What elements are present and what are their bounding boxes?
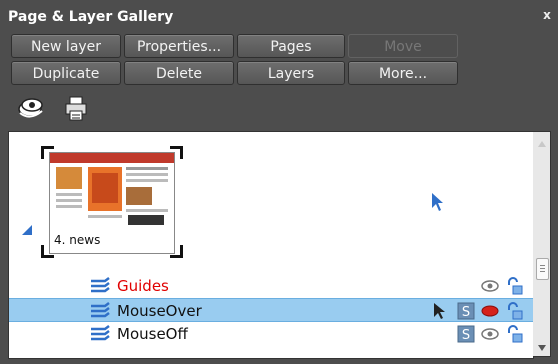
page-name: 4. news: [52, 233, 103, 247]
gallery-title: Page & Layer Gallery: [8, 9, 174, 25]
page-thumbnail[interactable]: 4. news: [41, 146, 183, 258]
layer-name: MouseOff: [117, 325, 188, 343]
select-icon[interactable]: [431, 302, 449, 320]
move-button[interactable]: Move: [348, 34, 458, 58]
duplicate-button[interactable]: Duplicate: [11, 61, 121, 85]
page-preview: 4. news: [49, 152, 175, 254]
layer-stack-icon: [91, 302, 110, 318]
expand-triangle-icon[interactable]: [21, 224, 33, 236]
layer-stack-icon: [91, 277, 110, 293]
lock-icon[interactable]: [505, 325, 523, 343]
print-layers-icon[interactable]: [62, 93, 92, 123]
more-button[interactable]: More...: [348, 61, 458, 85]
layers-button[interactable]: Layers: [237, 61, 345, 85]
page-layer-gallery: Page & Layer Gallery x New layer Propert…: [0, 0, 558, 364]
layer-list: 4. news Guides MouseOver S MouseOff S: [8, 131, 534, 359]
pointer-icon: [432, 193, 443, 211]
delete-button[interactable]: Delete: [124, 61, 234, 85]
layer-row-mouseover[interactable]: MouseOver S: [9, 298, 533, 322]
scroll-down-icon[interactable]: [537, 344, 547, 352]
lock-icon[interactable]: [505, 302, 523, 320]
eye-icon[interactable]: [481, 325, 499, 343]
snap-icon[interactable]: S: [457, 302, 475, 320]
snap-icon[interactable]: S: [457, 325, 475, 343]
red-eye-icon[interactable]: [481, 302, 499, 320]
layer-row-mouseoff[interactable]: MouseOff S: [9, 322, 533, 346]
show-all-layers-icon[interactable]: [16, 93, 46, 123]
scroll-thumb[interactable]: [536, 258, 549, 280]
properties-button[interactable]: Properties...: [124, 34, 234, 58]
layer-row-guides[interactable]: Guides: [9, 274, 533, 298]
svg-text:S: S: [462, 305, 470, 320]
layer-stack-icon: [91, 325, 110, 341]
layer-name: Guides: [117, 277, 169, 295]
close-icon[interactable]: x: [540, 8, 554, 22]
eye-icon[interactable]: [481, 277, 499, 295]
new-layer-button[interactable]: New layer: [11, 34, 121, 58]
lock-icon[interactable]: [505, 277, 523, 295]
vertical-scrollbar[interactable]: [533, 131, 551, 357]
scroll-up-icon[interactable]: [537, 140, 547, 148]
pages-button[interactable]: Pages: [237, 34, 345, 58]
svg-text:S: S: [462, 328, 470, 343]
layer-name: MouseOver: [117, 302, 202, 320]
